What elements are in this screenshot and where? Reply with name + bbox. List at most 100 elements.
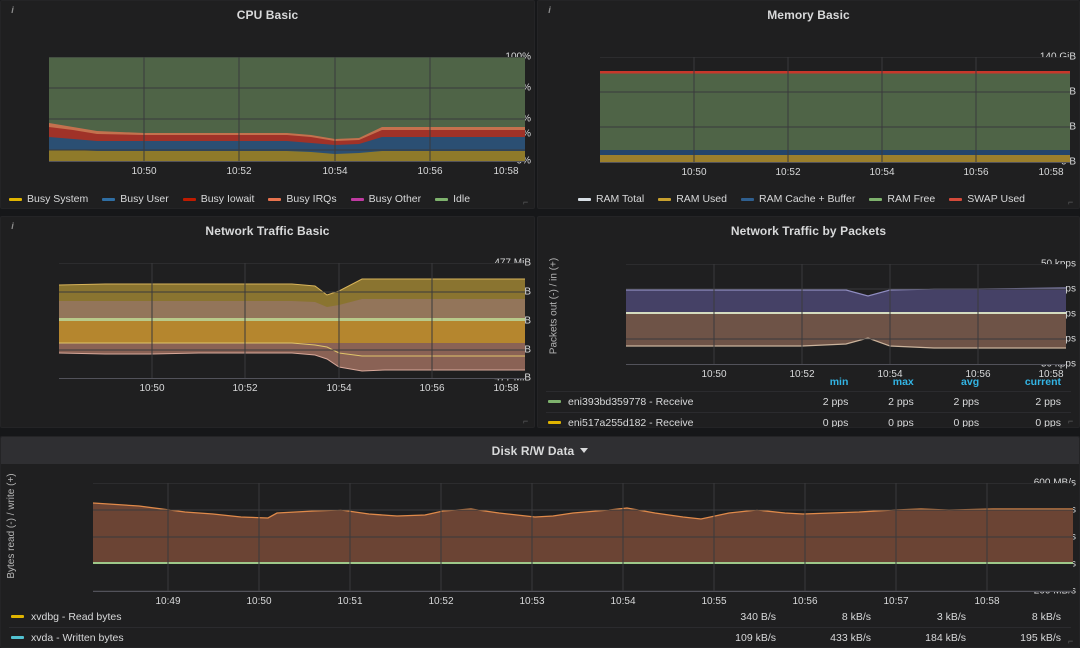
chevron-down-icon[interactable] <box>580 448 589 453</box>
legend-value-max: 0 pps <box>858 412 924 427</box>
legend-item[interactable]: SWAP Used <box>949 191 1025 207</box>
legend-item[interactable]: Busy System <box>9 191 88 207</box>
x-tick: 10:54 <box>322 166 348 177</box>
plot-area[interactable] <box>49 57 525 162</box>
plot-area[interactable] <box>600 57 1070 163</box>
panel-title: Memory Basic <box>767 7 850 22</box>
legend-swatch <box>548 421 561 424</box>
x-tick: 10:52 <box>775 167 801 178</box>
legend-row[interactable]: xvda - Written bytes 109 kB/s 433 kB/s 1… <box>9 627 1071 647</box>
x-tick: 10:56 <box>792 596 818 607</box>
legend-item[interactable]: Idle <box>435 191 470 207</box>
plot-area[interactable] <box>59 263 525 379</box>
legend-label: RAM Used <box>676 193 727 205</box>
legend-table: xvdbg - Read bytes 340 B/s 8 kB/s 3 kB/s… <box>9 611 1071 647</box>
legend-series-label[interactable]: eni517a255d182 - Receive <box>546 412 794 428</box>
panel-header-network-traffic-basic[interactable]: i Network Traffic Basic <box>1 217 534 244</box>
panel-header-cpu-basic[interactable]: i CPU Basic <box>1 1 534 28</box>
legend-swatch <box>350 197 364 201</box>
x-tick: 10:50 <box>681 167 707 178</box>
plot-area[interactable] <box>93 483 1073 592</box>
legend-value-avg: 2 pps <box>923 391 990 413</box>
legend-value-max: 2 pps <box>858 391 924 413</box>
legend-label: Busy IRQs <box>286 193 337 205</box>
panel-network-traffic-by-packets[interactable]: Network Traffic by Packets Packets out (… <box>537 216 1080 428</box>
legend-header-avg[interactable]: avg <box>924 374 989 392</box>
legend-swatch <box>740 197 754 201</box>
legend-header-current[interactable]: current <box>989 374 1071 392</box>
panel-header-memory-basic[interactable]: i Memory Basic <box>538 1 1079 28</box>
legend-swatch <box>182 197 196 201</box>
x-tick: 10:58 <box>1038 167 1064 178</box>
legend-swatch <box>869 197 883 201</box>
panel-network-traffic-basic[interactable]: i Network Traffic Basic 477 MiB 238 MiB … <box>0 216 535 428</box>
x-tick: 10:54 <box>869 167 895 178</box>
legend-label: eni517a255d182 - Receive <box>568 417 694 428</box>
x-tick: 10:54 <box>326 383 352 394</box>
legend-item[interactable]: RAM Cache + Buffer <box>740 191 856 207</box>
panel-header-network-traffic-by-packets[interactable]: Network Traffic by Packets <box>538 217 1079 244</box>
legend-label: RAM Cache + Buffer <box>758 193 856 205</box>
legend-value-min: 0 pps <box>793 412 859 427</box>
x-tick: 10:58 <box>493 383 519 394</box>
x-tick: 10:54 <box>610 596 636 607</box>
graph-network-traffic-basic: 477 MiB 238 MiB 0 B -238 MiB -477 MiB <box>1 244 534 394</box>
legend-item[interactable]: RAM Total <box>577 191 645 207</box>
legend-item[interactable]: Busy Iowait <box>182 191 254 207</box>
legend-header-row: min max avg current <box>546 374 1071 392</box>
x-tick: 10:52 <box>226 166 252 177</box>
legend-swatch <box>658 197 672 201</box>
x-tick: 10:52 <box>232 383 258 394</box>
legend-item[interactable]: Busy IRQs <box>268 191 337 207</box>
legend-row[interactable]: xvdbg - Read bytes 340 B/s 8 kB/s 3 kB/s… <box>9 611 1071 628</box>
legend-label: xvdbg - Read bytes <box>31 611 122 623</box>
panel-title: Network Traffic Basic <box>205 223 330 238</box>
legend-value-current: 2 pps <box>989 391 1071 413</box>
panel-header-disk-rw-data[interactable]: Disk R/W Data <box>1 437 1079 464</box>
panel-resize-handle[interactable]: ⌐ <box>523 417 532 426</box>
legend-cpu-basic: Busy System Busy User Busy Iowait Busy I… <box>1 191 534 207</box>
legend-value-min: 340 B/s <box>740 611 776 623</box>
legend-item[interactable]: RAM Used <box>658 191 727 207</box>
legend-item[interactable]: Busy Other <box>350 191 422 207</box>
x-tick: 10:52 <box>428 596 454 607</box>
panel-resize-handle[interactable]: ⌐ <box>1068 637 1077 646</box>
panel-resize-handle[interactable]: ⌐ <box>523 198 532 207</box>
legend-label: Idle <box>453 193 471 205</box>
legend-item[interactable]: Busy User <box>102 191 169 207</box>
legend-label: Busy Other <box>368 193 422 205</box>
panel-disk-rw-data[interactable]: Disk R/W Data Bytes read (-) / write (+)… <box>0 436 1080 648</box>
legend-value-max: 433 kB/s <box>786 627 881 647</box>
legend-header-max[interactable]: max <box>858 374 923 392</box>
panel-resize-handle[interactable]: ⌐ <box>1068 417 1077 426</box>
legend-value-current: 8 kB/s <box>1031 611 1061 623</box>
legend-swatch <box>435 197 449 201</box>
legend-series-label[interactable]: xvdbg - Read bytes <box>9 611 691 628</box>
info-icon[interactable]: i <box>6 220 19 233</box>
legend-series-label[interactable]: eni393bd359778 - Receive <box>546 391 794 413</box>
legend-value-current: 0 pps <box>989 412 1071 427</box>
panel-resize-handle[interactable]: ⌐ <box>1068 198 1077 207</box>
graph-network-traffic-by-packets: Packets out (-) / in (+) 50 kpps 25 kpps… <box>538 244 1079 380</box>
legend-value-avg: 0 pps <box>923 412 990 427</box>
graph-cpu-basic: 100% 75% 50% 25% 0% <box>1 28 534 183</box>
legend-series-label[interactable]: xvda - Written bytes <box>9 627 691 647</box>
legend-row[interactable]: eni393bd359778 - Receive 2 pps 2 pps 2 p… <box>546 391 1071 413</box>
plot-area[interactable] <box>626 264 1066 365</box>
legend-item[interactable]: RAM Free <box>869 191 935 207</box>
legend-label: RAM Total <box>595 193 645 205</box>
legend-row[interactable]: eni517a255d182 - Receive 0 pps 0 pps 0 p… <box>546 412 1071 428</box>
panel-cpu-basic[interactable]: i CPU Basic 100% 75% 50% 25% 0% <box>0 0 535 209</box>
legend-value-max: 8 kB/s <box>841 611 871 623</box>
legend-swatch <box>577 197 591 201</box>
legend-label: eni393bd359778 - Receive <box>568 396 694 408</box>
info-icon[interactable]: i <box>543 4 556 17</box>
legend-disk-rw-data[interactable]: xvdbg - Read bytes 340 B/s 8 kB/s 3 kB/s… <box>1 611 1079 647</box>
panel-memory-basic[interactable]: i Memory Basic 140 GiB 93 GiB 47 GiB 0 B <box>537 0 1080 209</box>
legend-label: xvda - Written bytes <box>31 632 124 644</box>
legend-header-min[interactable]: min <box>793 374 858 392</box>
info-icon[interactable]: i <box>6 4 19 17</box>
legend-value-current: 195 kB/s <box>976 627 1071 647</box>
x-tick: 10:56 <box>963 167 989 178</box>
legend-label: RAM Free <box>887 193 936 205</box>
